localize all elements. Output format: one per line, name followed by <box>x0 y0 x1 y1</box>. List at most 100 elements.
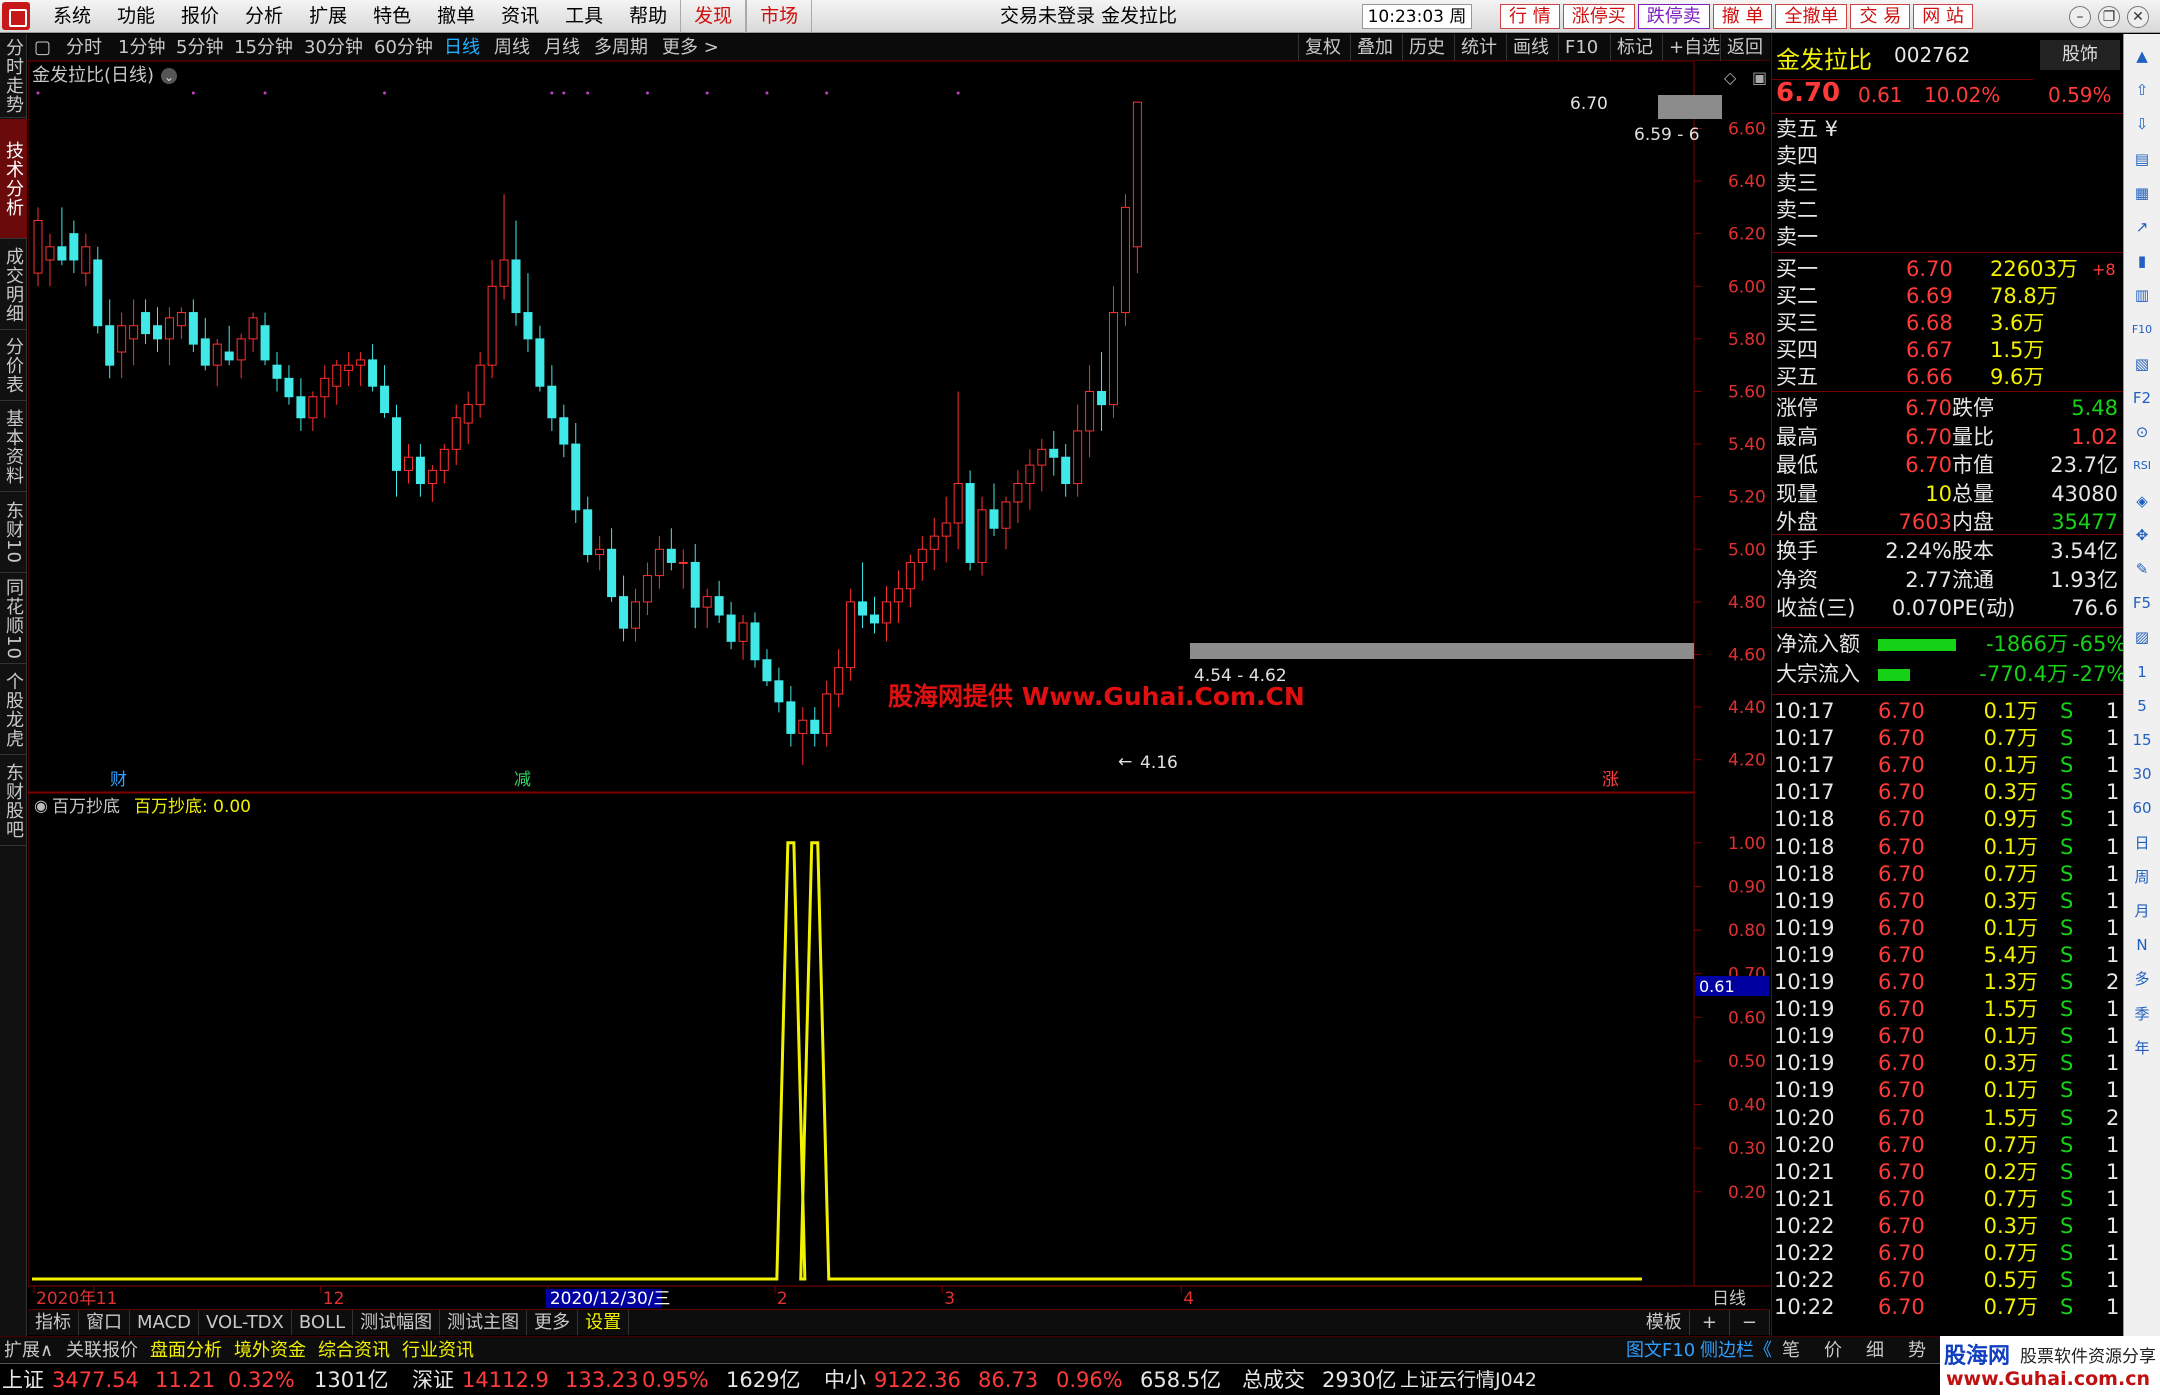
menu-extend[interactable]: 扩展 <box>296 0 360 33</box>
maximize-panel-icon[interactable]: ▣ <box>1752 68 1767 87</box>
tool-draw-line[interactable]: 画线 <box>1506 34 1549 61</box>
period-5min[interactable]: 5分钟 <box>176 34 223 61</box>
r2-trend[interactable]: 势 <box>1908 1337 1926 1364</box>
r2-extend[interactable]: 扩展∧ <box>4 1337 53 1364</box>
side-tool-icon[interactable]: RSI <box>2128 452 2156 480</box>
trade-button-quote[interactable]: 行 情 <box>1500 4 1560 29</box>
side-tool-icon[interactable]: F5 <box>2128 589 2156 617</box>
tool-statistics[interactable]: 统计 <box>1454 34 1497 61</box>
period-15min[interactable]: 15分钟 <box>234 34 293 61</box>
side-tool-icon[interactable]: ◈ <box>2128 487 2156 515</box>
vtab-technical[interactable]: 技术分析 <box>0 119 27 239</box>
kline-chart[interactable]: 金发拉比(日线) ⌄ ▣ ◇ 6.60 6.40 6.20 6.00 5.80 5.60 5… <box>27 60 1770 1309</box>
itab-more[interactable]: 更多 <box>527 1310 579 1335</box>
itab-remove[interactable]: − <box>1730 1310 1770 1335</box>
period-multi[interactable]: 多周期 <box>594 34 648 61</box>
trade-button-cancel-all[interactable]: 全撤单 <box>1775 4 1848 29</box>
event-marker-reduce[interactable]: 减 <box>514 770 531 790</box>
menu-system[interactable]: 系统 <box>40 0 104 33</box>
trade-button-cancel[interactable]: 撤 单 <box>1712 4 1773 29</box>
side-tool-icon[interactable]: 1 <box>2128 658 2156 686</box>
vtab-price-table[interactable]: 分价表 <box>0 331 27 401</box>
menu-discover[interactable]: 发现 <box>680 0 747 33</box>
sh-index-label[interactable]: 上证 <box>2 1364 44 1395</box>
side-tool-icon[interactable]: 多 <box>2128 965 2156 993</box>
itab-test-main[interactable]: 测试主图 <box>440 1310 528 1335</box>
zx-index-label[interactable]: 中小 <box>824 1364 866 1395</box>
menu-tools[interactable]: 工具 <box>552 0 616 33</box>
tool-back[interactable]: 返回 <box>1720 34 1763 61</box>
r2-f10[interactable]: 图文F10 <box>1626 1337 1695 1364</box>
sz-index-label[interactable]: 深证 <box>412 1364 454 1395</box>
vtab-dragon-tiger[interactable]: 个股龙虎 <box>0 665 27 755</box>
side-tool-icon[interactable]: 季 <box>2128 1000 2156 1028</box>
menu-cancel-order[interactable]: 撤单 <box>424 0 488 33</box>
period-60min[interactable]: 60分钟 <box>374 34 433 61</box>
vtab-basic-info[interactable]: 基本资料 <box>0 402 27 492</box>
period-weekly[interactable]: 周线 <box>494 34 530 61</box>
menu-market[interactable]: 市场 <box>746 0 813 33</box>
period-intraday[interactable]: 分时 <box>66 34 102 61</box>
menu-function[interactable]: 功能 <box>104 0 168 33</box>
cloud-status[interactable]: 上证云行情J042 <box>1400 1364 1537 1395</box>
side-tool-icon[interactable]: 日 <box>2128 829 2156 857</box>
itab-macd[interactable]: MACD <box>130 1310 199 1335</box>
itab-test-sub[interactable]: 测试幅图 <box>353 1310 441 1335</box>
r2-sidebar[interactable]: 侧边栏《 <box>1700 1337 1772 1364</box>
itab-indicator[interactable]: 指标 <box>28 1310 79 1335</box>
trade-button-website[interactable]: 网 站 <box>1913 4 1973 29</box>
side-tool-icon[interactable]: 15 <box>2128 726 2156 754</box>
r2-industry-news[interactable]: 行业资讯 <box>402 1337 474 1364</box>
side-tool-icon[interactable]: 月 <box>2128 897 2156 925</box>
menu-feature[interactable]: 特色 <box>360 0 424 33</box>
side-tool-icon[interactable]: ▥ <box>2128 281 2156 309</box>
side-tool-icon[interactable]: ▦ <box>2128 179 2156 207</box>
vtab-forum[interactable]: 东财股吧 <box>0 756 27 846</box>
vtab-intraday[interactable]: 分时走势 <box>0 34 27 118</box>
panel-toggle-icon[interactable]: ▢ <box>34 34 51 61</box>
side-tool-icon[interactable]: ▧ <box>2128 350 2156 378</box>
tool-restore-rights[interactable]: 复权 <box>1298 34 1341 61</box>
side-tool-icon[interactable]: ✎ <box>2128 555 2156 583</box>
side-tool-icon[interactable]: 5 <box>2128 692 2156 720</box>
r2-price[interactable]: 价 <box>1824 1337 1842 1364</box>
vtab-trade-detail[interactable]: 成交明细 <box>0 240 27 330</box>
side-tool-icon[interactable]: 周 <box>2128 863 2156 891</box>
side-tool-icon[interactable]: ↗ <box>2128 213 2156 241</box>
restore-icon[interactable]: ❐ <box>2098 6 2120 28</box>
tool-mark[interactable]: 标记 <box>1610 34 1653 61</box>
side-tool-icon[interactable]: ⊙ <box>2128 418 2156 446</box>
menu-analysis[interactable]: 分析 <box>232 0 296 33</box>
event-marker-rise[interactable]: 涨 <box>1602 770 1619 790</box>
r2-news[interactable]: 综合资讯 <box>318 1337 390 1364</box>
period-30min[interactable]: 30分钟 <box>304 34 363 61</box>
itab-vol-tdx[interactable]: VOL-TDX <box>199 1310 292 1335</box>
r2-foreign-funds[interactable]: 境外资金 <box>234 1337 306 1364</box>
sub-chart-toggle-icon[interactable]: ◉ <box>34 796 48 815</box>
period-monthly[interactable]: 月线 <box>544 34 580 61</box>
side-tool-icon[interactable]: ▲ <box>2128 42 2156 70</box>
side-tool-icon[interactable]: F10 <box>2128 316 2156 344</box>
side-tool-icon[interactable]: N <box>2128 931 2156 959</box>
side-tool-icon[interactable]: ✥ <box>2128 521 2156 549</box>
r2-detail[interactable]: 细 <box>1866 1337 1884 1364</box>
side-tool-icon[interactable]: 30 <box>2128 760 2156 788</box>
app-logo-icon[interactable] <box>2 2 30 30</box>
side-tool-icon[interactable]: 年 <box>2128 1034 2156 1062</box>
menu-help[interactable]: 帮助 <box>616 0 680 33</box>
trade-button-trade[interactable]: 交 易 <box>1850 4 1911 29</box>
r2-related-quote[interactable]: 关联报价 <box>66 1337 138 1364</box>
tool-f10[interactable]: F10 <box>1558 34 1598 61</box>
side-tool-icon[interactable]: ⇩ <box>2128 110 2156 138</box>
side-tool-icon[interactable]: ▤ <box>2128 145 2156 173</box>
period-1min[interactable]: 1分钟 <box>118 34 165 61</box>
tool-add-favorite[interactable]: +自选 <box>1662 34 1720 61</box>
r2-tick[interactable]: 笔 <box>1782 1337 1800 1364</box>
close-icon[interactable]: ✕ <box>2127 6 2149 28</box>
side-tool-icon[interactable]: F2 <box>2128 384 2156 412</box>
tool-overlay[interactable]: 叠加 <box>1350 34 1393 61</box>
menu-news[interactable]: 资讯 <box>488 0 552 33</box>
trade-button-limit-up-buy[interactable]: 涨停买 <box>1562 4 1635 29</box>
side-tool-icon[interactable]: ⇧ <box>2128 76 2156 104</box>
side-tool-icon[interactable]: 60 <box>2128 794 2156 822</box>
